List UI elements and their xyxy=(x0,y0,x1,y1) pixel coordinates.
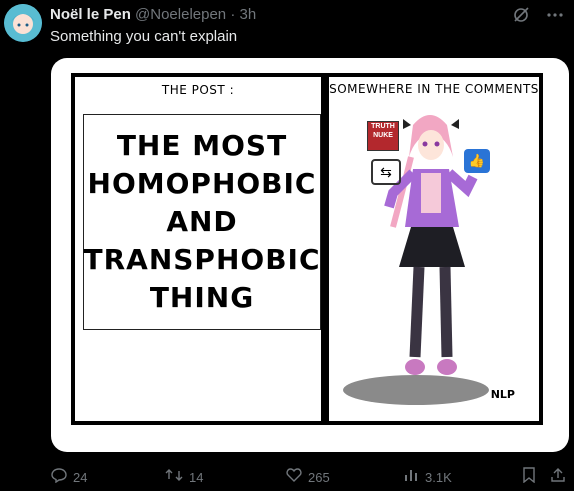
retweet-sign-icon: ⇆ xyxy=(371,159,401,185)
meme-frame: THE POST : THE MOST HOMOPHOBIC AND TRANS… xyxy=(71,73,543,425)
tweet-top-actions xyxy=(512,6,564,29)
avatar[interactable] xyxy=(4,4,42,42)
separator-dot: · xyxy=(230,6,236,23)
share-button[interactable] xyxy=(550,467,566,488)
repost-icon xyxy=(165,467,183,488)
reply-count: 24 xyxy=(73,469,88,485)
tweet-text: Something you can't explain xyxy=(50,28,238,45)
artist-signature: NLP xyxy=(490,388,515,401)
grok-icon[interactable] xyxy=(512,6,530,29)
like-button[interactable]: 265 xyxy=(286,467,330,488)
bookmark-icon xyxy=(522,466,536,488)
views-icon xyxy=(403,467,419,488)
anime-character-illustration xyxy=(384,115,478,375)
truth-nuke-badge: TRUTH NUKE xyxy=(367,121,399,151)
author-handle[interactable]: @Noelelepen xyxy=(135,6,226,23)
share-icon xyxy=(550,467,566,488)
thumbs-up-sign-icon: 👍 xyxy=(464,149,490,173)
heart-icon xyxy=(286,467,302,488)
reply-icon xyxy=(51,467,67,488)
repost-count: 14 xyxy=(189,469,204,485)
repost-button[interactable]: 14 xyxy=(165,467,203,488)
bookmark-button[interactable] xyxy=(522,466,536,488)
tweet-media-image[interactable]: THE POST : THE MOST HOMOPHOBIC AND TRANS… xyxy=(51,58,569,452)
tweet-action-bar: 24 14 265 3.1K xyxy=(48,466,566,488)
views-button[interactable]: 3.1K xyxy=(403,467,452,488)
like-count: 265 xyxy=(308,469,330,485)
reply-button[interactable]: 24 xyxy=(51,467,87,488)
timestamp[interactable]: 3h xyxy=(240,6,257,23)
more-icon[interactable] xyxy=(546,6,564,29)
author-name[interactable]: Noël le Pen xyxy=(50,6,131,23)
views-count: 3.1K xyxy=(425,469,452,485)
tweet-header: Noël le Pen @Noelelepen · 3h xyxy=(50,6,256,23)
